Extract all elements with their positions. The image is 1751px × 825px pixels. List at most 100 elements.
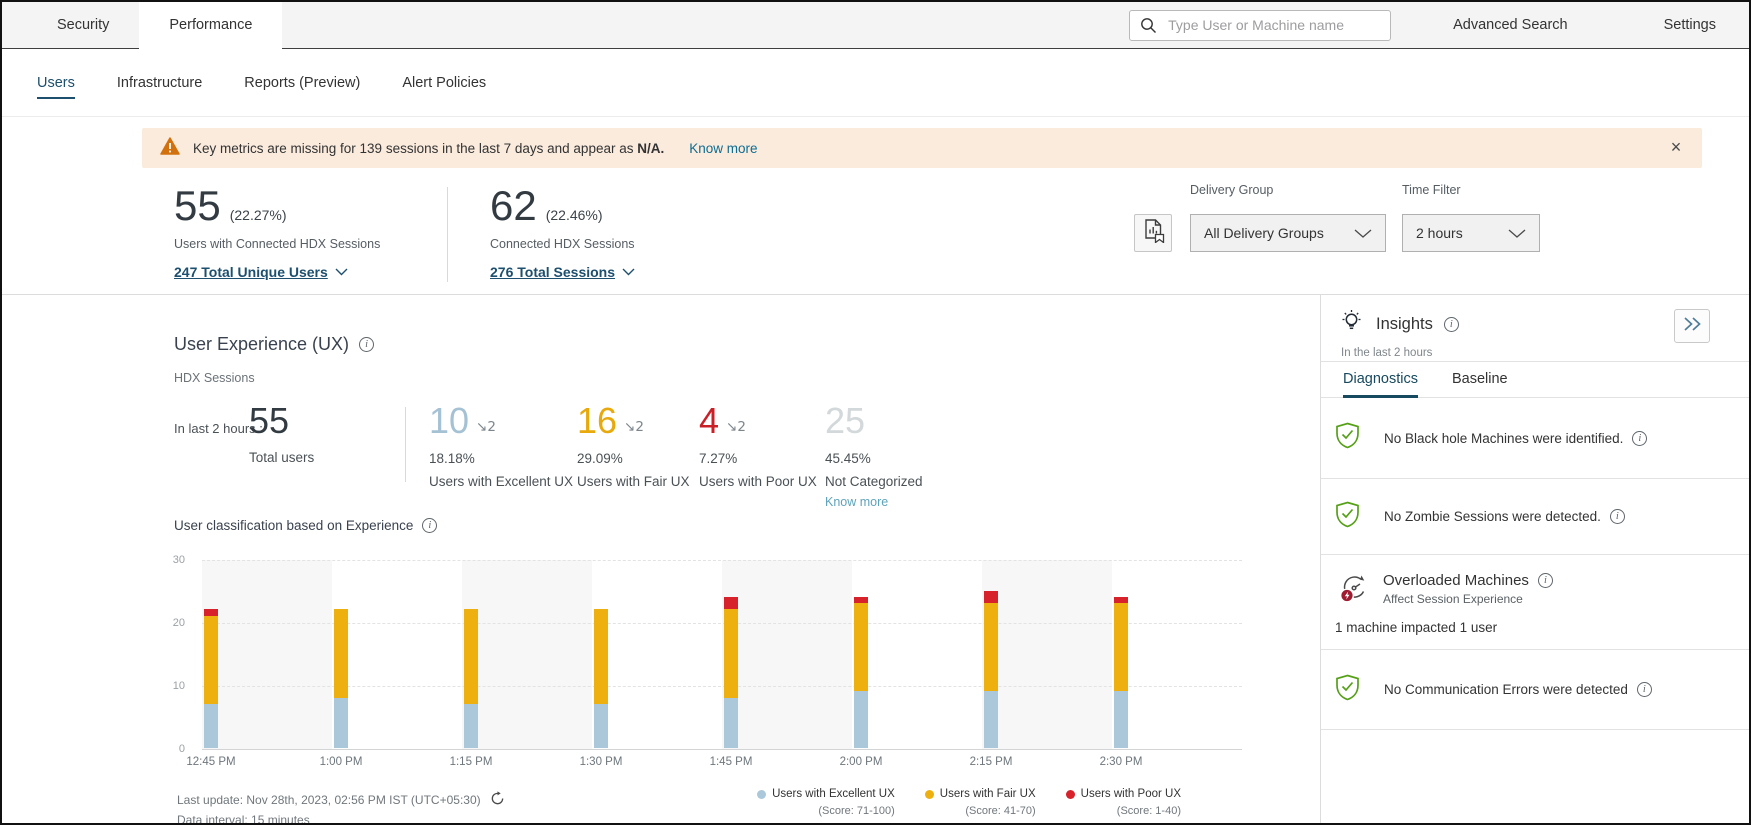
bar-segment <box>1114 603 1128 691</box>
warning-banner: Key metrics are missing for 139 sessions… <box>142 128 1702 168</box>
info-icon[interactable] <box>1538 573 1553 588</box>
stat-sessions-label: Connected HDX Sessions <box>490 237 635 251</box>
total-sessions-link[interactable]: 276 Total Sessions <box>490 263 635 281</box>
bar-segment <box>594 609 608 704</box>
insight-overloaded-machines: Overloaded Machines Affect Session Exper… <box>1321 555 1751 650</box>
advanced-search-link[interactable]: Advanced Search <box>1453 17 1567 33</box>
info-icon[interactable] <box>1610 509 1625 524</box>
chart-bar-1-15-PM[interactable] <box>464 609 478 748</box>
info-icon[interactable] <box>359 337 374 352</box>
chart-bar-2-00-PM[interactable] <box>854 597 868 748</box>
tab-security[interactable]: Security <box>27 2 139 48</box>
subnav-infrastructure[interactable]: Infrastructure <box>117 75 202 99</box>
close-icon[interactable] <box>1666 137 1686 157</box>
legend-label: Users with Poor UX <box>1081 788 1181 800</box>
x-axis-tick: 2:30 PM <box>1100 756 1143 768</box>
x-axis-tick: 1:30 PM <box>580 756 623 768</box>
chart-bar-12-45-PM[interactable] <box>204 609 218 748</box>
bar-segment <box>854 603 868 691</box>
chart-bar-1-45-PM[interactable] <box>724 597 738 748</box>
legend-item[interactable]: Users with Excellent UX(Score: 71-100) <box>757 788 895 817</box>
gridline <box>202 623 1242 624</box>
last-update-text: Last update: Nov 28th, 2023, 02:56 PM IS… <box>177 793 481 807</box>
metric-excellent-label: Users with Excellent UX <box>429 474 573 489</box>
stats-divider <box>447 187 448 282</box>
total-unique-users-text[interactable]: 247 Total Unique Users <box>174 264 328 280</box>
x-axis-tick: 2:00 PM <box>840 756 883 768</box>
search-icon <box>1140 17 1157 39</box>
chart-title-text: User classification based on Experience <box>174 518 413 533</box>
chart-bar-1-00-PM[interactable] <box>334 609 348 748</box>
ux-chart-x-axis: 12:45 PM1:00 PM1:15 PM1:30 PM1:45 PM2:00… <box>202 756 1242 774</box>
bar-segment <box>854 691 868 748</box>
banner-message: Key metrics are missing for 139 sessions… <box>193 141 664 156</box>
chart-band <box>722 560 852 749</box>
legend-item[interactable]: Users with Poor UX(Score: 1-40) <box>1066 788 1181 817</box>
chart-bar-2-15-PM[interactable] <box>984 591 998 748</box>
insight-zombie-sessions: No Zombie Sessions were detected. <box>1321 479 1751 555</box>
chevron-down-icon <box>622 263 635 281</box>
search-input[interactable] <box>1129 10 1391 41</box>
shield-check-icon <box>1335 674 1360 706</box>
total-sessions-text[interactable]: 276 Total Sessions <box>490 264 615 280</box>
metric-notcat-know-more-link[interactable]: Know more <box>825 495 923 509</box>
tab-baseline[interactable]: Baseline <box>1452 362 1508 398</box>
chart-bar-2-30-PM[interactable] <box>1114 597 1128 748</box>
info-icon[interactable] <box>1632 431 1647 446</box>
bar-segment <box>984 691 998 748</box>
metric-poor-percent: 7.27% <box>699 451 817 466</box>
info-icon[interactable] <box>422 518 437 533</box>
info-icon[interactable] <box>1444 317 1459 332</box>
chart-legend: Users with Excellent UX(Score: 71-100)Us… <box>757 788 1181 817</box>
insight-overloaded-detail: 1 machine impacted 1 user <box>1335 620 1497 635</box>
chart-band <box>462 560 592 749</box>
shield-check-icon <box>1335 501 1360 533</box>
metric-poor-value: 4 <box>699 404 719 438</box>
refresh-icon[interactable] <box>490 791 505 809</box>
banner-know-more-link[interactable]: Know more <box>689 141 757 156</box>
metric-notcat-value: 25 <box>825 404 865 438</box>
export-report-button[interactable] <box>1134 214 1172 252</box>
bar-segment <box>724 698 738 748</box>
insights-timeframe: In the last 2 hours <box>1341 347 1733 359</box>
ux-chart-plot <box>202 560 1242 749</box>
report-document-icon <box>1142 218 1165 248</box>
insights-header: Insights In the last 2 hours <box>1321 295 1751 362</box>
legend-item[interactable]: Users with Fair UX(Score: 41-70) <box>925 788 1036 817</box>
insight-black-hole-machines: No Black hole Machines were identified. <box>1321 398 1751 479</box>
total-unique-users-link[interactable]: 247 Total Unique Users <box>174 263 380 281</box>
subnav-reports[interactable]: Reports (Preview) <box>244 75 360 99</box>
tab-diagnostics[interactable]: Diagnostics <box>1343 362 1418 398</box>
stat-sessions-value: 62 <box>490 185 537 227</box>
ux-chart-y-axis: 0102030 <box>152 560 192 749</box>
chevron-down-icon <box>1508 225 1526 241</box>
bar-segment <box>334 698 348 748</box>
y-axis-tick: 0 <box>179 743 185 755</box>
insights-tabs: Diagnostics Baseline <box>1321 362 1751 398</box>
insight-text: No Black hole Machines were identified. <box>1384 431 1623 446</box>
chevron-down-icon <box>335 263 348 281</box>
legend-dot-icon <box>925 790 934 799</box>
bar-segment <box>724 609 738 697</box>
double-chevron-right-icon <box>1683 316 1702 337</box>
time-filter-dropdown[interactable]: 2 hours <box>1402 214 1540 252</box>
stat-users-connected: 55 (22.27%) Users with Connected HDX Ses… <box>174 185 380 281</box>
bar-segment <box>724 597 738 610</box>
chart-footer: Last update: Nov 28th, 2023, 02:56 PM IS… <box>177 791 505 809</box>
time-filter-value: 2 hours <box>1416 225 1463 241</box>
insight-text: No Communication Errors were detected <box>1384 682 1628 697</box>
bar-segment <box>204 704 218 748</box>
y-axis-tick: 10 <box>173 680 185 692</box>
subnav-alert-policies[interactable]: Alert Policies <box>402 75 486 99</box>
x-axis-tick: 1:00 PM <box>320 756 363 768</box>
collapse-panel-button[interactable] <box>1674 309 1710 343</box>
info-icon[interactable] <box>1637 682 1652 697</box>
tab-performance[interactable]: Performance <box>139 2 282 49</box>
settings-link[interactable]: Settings <box>1664 17 1716 33</box>
subnav-users[interactable]: Users <box>37 75 75 99</box>
delivery-group-dropdown[interactable]: All Delivery Groups <box>1190 214 1386 252</box>
stat-sessions-percent: (22.46%) <box>546 207 603 223</box>
chart-bar-1-30-PM[interactable] <box>594 609 608 748</box>
legend-label: Users with Excellent UX <box>772 788 895 800</box>
gridline <box>202 686 1242 687</box>
